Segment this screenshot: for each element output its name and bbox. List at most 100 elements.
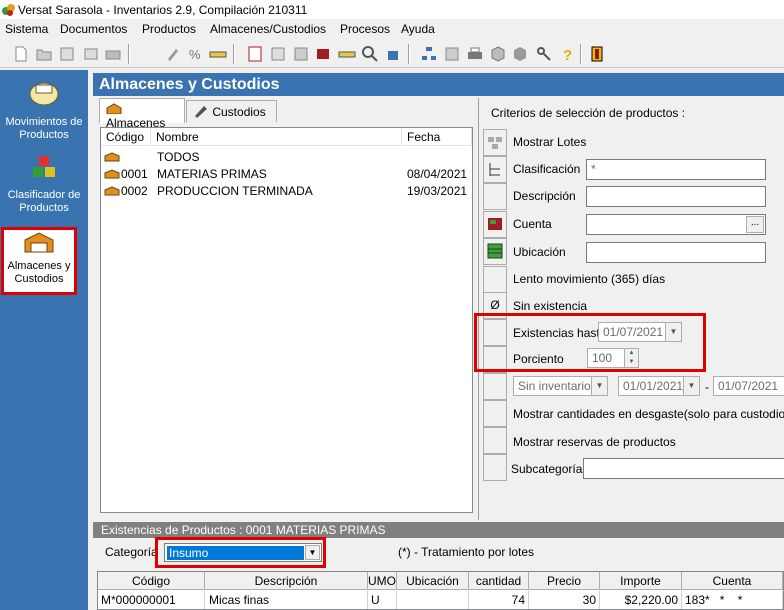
svg-text:?: ?	[563, 47, 572, 63]
folder-icon[interactable]	[104, 45, 122, 63]
menu-almacenes-custodios[interactable]: Almacenes/Custodios	[210, 22, 326, 36]
search-icon[interactable]	[361, 45, 379, 63]
warehouse-icon	[104, 152, 120, 162]
highlight-box	[474, 313, 706, 372]
tab-almacenes[interactable]: Almacenes	[99, 98, 185, 130]
cuenta-browse-button[interactable]: ...	[746, 216, 764, 233]
row-date: 19/03/2021	[407, 184, 468, 198]
date-from-picker[interactable]: 01/01/2021 ▼	[618, 376, 700, 396]
menu-bar: Sistema Documentos Productos Almacenes/C…	[0, 19, 784, 40]
cell-ubicacion[interactable]	[397, 591, 469, 609]
toolbar-separator	[580, 44, 582, 64]
list-item[interactable]: 0001 MATERIAS PRIMAS 08/04/2021	[101, 166, 472, 183]
tab-custodios[interactable]: Custodios	[186, 100, 277, 122]
chevron-down-icon[interactable]: ▼	[683, 377, 699, 395]
column-header-cantidad[interactable]: cantidad	[469, 572, 529, 590]
menu-sistema[interactable]: Sistema	[5, 22, 48, 36]
warehouse-icon	[104, 186, 120, 196]
settings-icon[interactable]	[443, 45, 461, 63]
row-name: PRODUCCION TERMINADA	[157, 184, 313, 198]
menu-procesos[interactable]: Procesos	[340, 22, 390, 36]
menu-productos[interactable]: Productos	[142, 22, 196, 36]
descripcion-button[interactable]	[483, 183, 507, 210]
cell-precio[interactable]: 30	[529, 591, 600, 609]
column-header-ubicacion[interactable]: Ubicación	[397, 572, 469, 590]
export-icon[interactable]	[269, 45, 287, 63]
cell-codigo[interactable]: M*000000001	[98, 591, 205, 609]
list-icon[interactable]	[246, 45, 264, 63]
menu-documentos[interactable]: Documentos	[60, 22, 127, 36]
panel-title: Almacenes y Custodios	[93, 73, 784, 96]
help-icon[interactable]: ?	[558, 45, 576, 63]
toolbar-separator	[128, 44, 130, 64]
ruler-icon[interactable]	[209, 45, 227, 63]
exit-icon[interactable]	[588, 45, 606, 63]
lento-button[interactable]	[483, 266, 507, 293]
desgaste-button[interactable]	[483, 400, 507, 427]
pointer-icon[interactable]	[384, 45, 402, 63]
list-item[interactable]: TODOS	[101, 149, 472, 166]
subcategoria-button[interactable]	[483, 454, 507, 481]
ubicacion-input[interactable]	[586, 242, 766, 263]
sidebar-item-clasificador[interactable]: Clasificador de Productos	[0, 155, 88, 219]
measure-icon[interactable]	[338, 45, 356, 63]
sin-existencia-label: Sin existencia	[513, 299, 588, 313]
menu-ayuda[interactable]: Ayuda	[401, 22, 435, 36]
column-header-codigo[interactable]: Código	[101, 128, 151, 146]
existencias-header: Existencias de Productos : 0001 MATERIAS…	[93, 522, 784, 538]
cuenta-input[interactable]: ...	[586, 214, 766, 235]
clasificacion-button[interactable]	[483, 156, 507, 183]
new-document-icon[interactable]	[12, 45, 30, 63]
list-item[interactable]: 0002 PRODUCCION TERMINADA 19/03/2021	[101, 183, 472, 200]
cuenta-button[interactable]	[483, 211, 507, 238]
zero-icon: Ø	[490, 298, 500, 312]
row-name: TODOS	[157, 150, 200, 164]
ubicacion-button[interactable]	[483, 238, 507, 265]
column-header-importe[interactable]: Importe	[600, 572, 682, 590]
almacenes-list: Código Nombre Fecha TODOS 0001 MATERIAS …	[100, 127, 473, 513]
package-icon	[29, 82, 59, 106]
date-to-picker[interactable]: 01/07/2021	[713, 376, 784, 396]
column-header-precio[interactable]: Precio	[529, 572, 600, 590]
column-header-codigo[interactable]: Código	[98, 572, 205, 590]
chevron-down-icon[interactable]: ▼	[591, 377, 607, 395]
reservas-button[interactable]	[483, 427, 507, 454]
sidebar-item-almacenes-custodios[interactable]: Almacenes y Custodios	[1, 227, 77, 295]
import-icon[interactable]	[292, 45, 310, 63]
row-code: 0002	[121, 184, 148, 198]
column-header-descripcion[interactable]: Descripción	[205, 572, 368, 590]
mostrar-lotes-button[interactable]	[483, 129, 507, 156]
cell-cantidad[interactable]: 74	[469, 591, 529, 609]
tools-icon[interactable]	[164, 45, 182, 63]
sin-inventario-select[interactable]: Sin inventario ▼	[513, 376, 608, 396]
inventario-button[interactable]	[483, 373, 507, 400]
title-bar: Versat Sarasola - Inventarios 2.9, Compi…	[0, 0, 784, 19]
printer-icon[interactable]	[466, 45, 484, 63]
cell-descripcion[interactable]: Micas finas	[205, 591, 368, 609]
key-icon[interactable]	[535, 45, 553, 63]
cell-cuenta[interactable]: 183* * *	[682, 591, 783, 609]
tree-icon	[489, 163, 500, 176]
cell-umo[interactable]: U	[368, 591, 397, 609]
table-icon[interactable]	[82, 45, 100, 63]
percent-icon[interactable]: %	[186, 45, 204, 63]
open-folder-icon[interactable]	[35, 45, 53, 63]
grid-icon[interactable]	[58, 45, 76, 63]
column-header-fecha[interactable]: Fecha	[402, 128, 472, 146]
book-icon[interactable]	[314, 45, 332, 63]
desgaste-label: Mostrar cantidades en desgaste(solo para…	[513, 407, 784, 421]
cube-icon[interactable]	[489, 45, 507, 63]
sidebar-item-movimientos[interactable]: Movimientos de Productos	[0, 76, 88, 141]
cell-importe[interactable]: $2,220.00	[600, 591, 682, 609]
clasificacion-input[interactable]: *	[586, 159, 766, 180]
org-chart-icon[interactable]	[420, 45, 438, 63]
column-header-cuenta[interactable]: Cuenta	[682, 572, 783, 590]
subcategoria-input[interactable]	[583, 458, 784, 479]
column-header-nombre[interactable]: Nombre	[151, 128, 402, 146]
row-code: 0001	[121, 167, 148, 181]
column-header-umo[interactable]: UMO	[368, 572, 397, 590]
sidebar-item-label: Movimientos de Productos	[5, 116, 83, 141]
descripcion-input[interactable]	[586, 186, 766, 207]
row-date: 08/04/2021	[407, 167, 468, 181]
hexagon-icon[interactable]	[511, 45, 529, 63]
